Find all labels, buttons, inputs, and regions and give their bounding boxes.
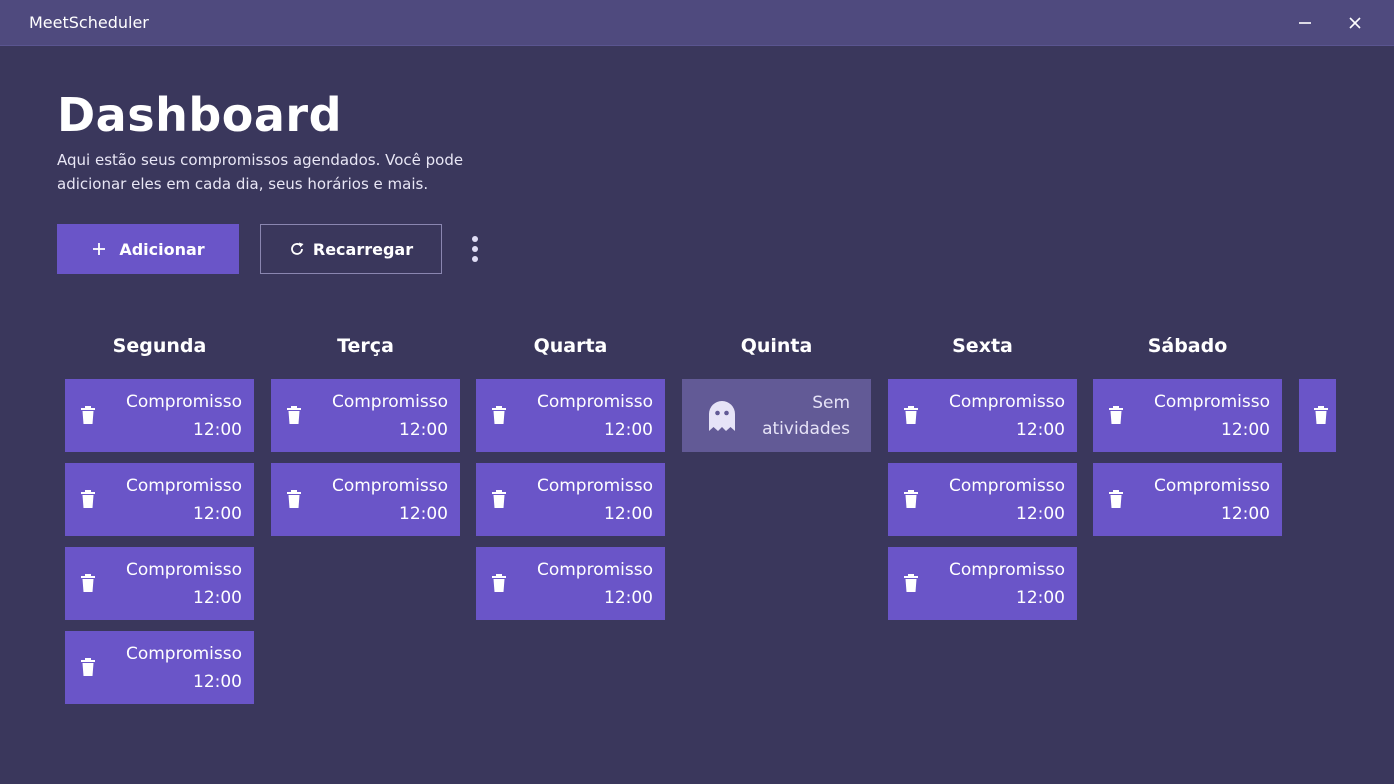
- day-header: Terça: [337, 335, 394, 357]
- trash-icon[interactable]: [904, 406, 918, 424]
- trash-icon[interactable]: [1109, 406, 1123, 424]
- day-header: Quinta: [740, 335, 813, 357]
- appointment-title: Compromisso: [331, 476, 448, 496]
- appointment-time: 12:00: [1221, 504, 1270, 524]
- day-column: Sábado Compromisso 12:00 Compromisso 12:00: [1093, 335, 1282, 547]
- appointment-card[interactable]: Compromisso 12:00: [65, 379, 254, 452]
- appointment-time: 12:00: [1221, 420, 1270, 440]
- day-column: Segunda Compromisso 12:00 Compromisso 12:00 C…: [65, 335, 254, 715]
- appointment-title: Compromisso: [948, 476, 1065, 496]
- trash-icon[interactable]: [492, 490, 506, 508]
- appointment-title: Compromisso: [125, 560, 242, 580]
- day-column: Sexta Compromisso 12:00 Compromisso 12:00 Com…: [888, 335, 1077, 631]
- appointment-time: 12:00: [193, 420, 242, 440]
- trash-icon[interactable]: [904, 490, 918, 508]
- appointment-card[interactable]: Compromisso 12:00: [271, 379, 460, 452]
- trash-icon[interactable]: [492, 406, 506, 424]
- appointment-time: 12:00: [399, 420, 448, 440]
- day-header: Sexta: [952, 335, 1013, 357]
- appointment-title: Compromisso: [536, 392, 653, 412]
- add-button-label: Adicionar: [119, 239, 205, 259]
- appointment-title: Compromisso: [948, 392, 1065, 412]
- add-button[interactable]: Adicionar: [57, 224, 239, 274]
- appointment-time: 12:00: [1016, 588, 1065, 608]
- reload-button-label: Recarregar: [312, 239, 414, 259]
- trash-icon[interactable]: [287, 490, 301, 508]
- appointment-time: 12:00: [604, 504, 653, 524]
- appointment-card[interactable]: Compromisso 12:00: [1093, 379, 1282, 452]
- refresh-icon: [289, 241, 305, 257]
- reload-button[interactable]: Recarregar: [260, 224, 442, 274]
- more-vertical-icon: [472, 236, 478, 242]
- appointment-card[interactable]: Compromisso 12:00: [1093, 463, 1282, 536]
- day-column: Quarta Compromisso 12:00 Compromisso 12:00 Co…: [476, 335, 665, 631]
- appointment-card[interactable]: Compromisso 12:00: [888, 547, 1077, 620]
- appointment-title: Compromisso: [125, 644, 242, 664]
- page-title: Dashboard: [57, 88, 343, 142]
- appointment-title: Compromisso: [331, 392, 448, 412]
- appointment-title: Compromisso: [1153, 476, 1270, 496]
- appointment-card-partial[interactable]: [1299, 379, 1336, 452]
- trash-icon[interactable]: [1314, 406, 1328, 424]
- trash-icon[interactable]: [81, 490, 95, 508]
- appointment-time: 12:00: [1016, 420, 1065, 440]
- page-description: Aqui estão seus compromissos agendados. …: [57, 151, 464, 193]
- appointment-time: 12:00: [399, 504, 448, 524]
- appointment-card[interactable]: Compromisso 12:00: [888, 379, 1077, 452]
- more-options-button[interactable]: [463, 234, 487, 264]
- empty-day-text: Sem atividades: [762, 393, 850, 439]
- appointment-title: Compromisso: [536, 476, 653, 496]
- day-header: Sábado: [1147, 335, 1228, 357]
- appointment-card[interactable]: Compromisso 12:00: [476, 463, 665, 536]
- close-icon: [1349, 17, 1361, 29]
- appointment-card[interactable]: Compromisso 12:00: [65, 463, 254, 536]
- appointment-time: 12:00: [604, 420, 653, 440]
- close-button[interactable]: [1340, 8, 1370, 38]
- appointment-time: 12:00: [1016, 504, 1065, 524]
- trash-icon[interactable]: [287, 406, 301, 424]
- empty-day-card: Sem atividades: [682, 379, 871, 452]
- trash-icon[interactable]: [1109, 490, 1123, 508]
- appointment-title: Compromisso: [125, 392, 242, 412]
- appointment-time: 12:00: [193, 588, 242, 608]
- app-title: MeetScheduler: [29, 13, 149, 32]
- appointment-card[interactable]: Compromisso 12:00: [65, 547, 254, 620]
- day-column: Terça Compromisso 12:00 Compromisso 12:00: [271, 335, 460, 547]
- appointment-time: 12:00: [193, 504, 242, 524]
- appointment-title: Compromisso: [536, 560, 653, 580]
- appointment-card[interactable]: Compromisso 12:00: [271, 463, 460, 536]
- appointment-card[interactable]: Compromisso 12:00: [476, 547, 665, 620]
- appointment-card[interactable]: Compromisso 12:00: [65, 631, 254, 704]
- plus-icon: [91, 241, 107, 257]
- trash-icon[interactable]: [81, 658, 95, 676]
- trash-icon[interactable]: [904, 574, 918, 592]
- title-bar: MeetScheduler: [0, 0, 1394, 46]
- appointment-card[interactable]: Compromisso 12:00: [888, 463, 1077, 536]
- appointment-time: 12:00: [193, 672, 242, 692]
- day-column: Quinta Sem atividades: [682, 335, 871, 452]
- trash-icon[interactable]: [81, 574, 95, 592]
- day-header: Quarta: [533, 335, 608, 357]
- trash-icon[interactable]: [492, 574, 506, 592]
- minimize-icon: [1299, 22, 1311, 24]
- appointment-time: 12:00: [604, 588, 653, 608]
- ghost-icon: [709, 401, 735, 431]
- trash-icon[interactable]: [81, 406, 95, 424]
- day-header: Segunda: [112, 335, 207, 357]
- appointment-card[interactable]: Compromisso 12:00: [476, 379, 665, 452]
- minimize-button[interactable]: [1290, 8, 1320, 38]
- appointment-title: Compromisso: [1153, 392, 1270, 412]
- appointment-title: Compromisso: [125, 476, 242, 496]
- appointment-title: Compromisso: [948, 560, 1065, 580]
